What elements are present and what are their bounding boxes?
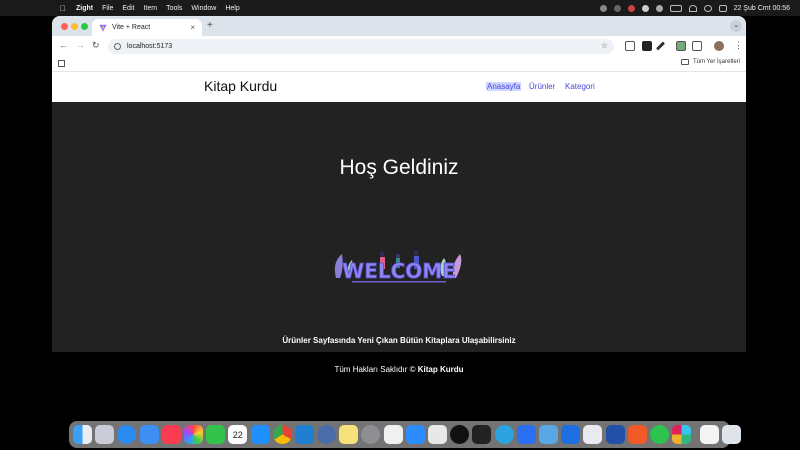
tab-search-icon[interactable]: ⌄ [730,20,742,32]
menu-app-name[interactable]: Zight [76,5,93,12]
address-bar[interactable]: localhost:5173 ☆ [108,39,614,54]
battery-icon[interactable] [669,4,682,12]
mongodb-icon[interactable] [428,425,447,444]
github-icon[interactable] [450,425,470,444]
tab-strip: Vite + React × + ⌄ [52,16,746,36]
menu-file[interactable]: File [102,5,113,12]
apple-menu-icon[interactable]:  [60,4,70,13]
hero-title: Hoş Geldiniz [339,156,459,179]
status-tray-icon-2[interactable] [613,4,621,12]
music-icon[interactable] [161,425,181,444]
status-tray-icon-5[interactable] [655,4,663,12]
browser-tab[interactable]: Vite + React × [92,19,202,36]
browser-toolbar: ← → ↻ localhost:5173 ☆ ⋮ [52,36,746,56]
forward-icon[interactable]: → [76,40,85,50]
welcome-art-text: WELCOME [342,259,456,283]
apps-grid-icon[interactable] [58,60,65,67]
control-center-icon[interactable] [718,4,727,12]
safari-icon[interactable] [117,425,137,444]
extension-pen-icon[interactable] [655,41,666,51]
new-tab-icon[interactable]: + [207,20,213,31]
menubar-clock[interactable]: 22 Şub Cmt 00:56 [734,5,790,12]
menu-edit[interactable]: Edit [122,5,134,12]
finder-icon[interactable] [73,425,92,444]
back-icon[interactable]: ← [59,40,68,50]
site-footer: Tüm Hakları Saklıdır © Kitap Kurdu [52,352,746,388]
zoom-window-button[interactable] [81,23,88,30]
site-brand[interactable]: Kitap Kurdu [204,78,277,94]
close-window-button[interactable] [61,23,68,30]
browser-window: Vite + React × + ⌄ ← → ↻ localhost:5173 … [52,16,746,388]
vite-icon [99,23,107,32]
all-bookmarks-label: Tüm Yer İşaretleri [692,59,740,65]
hero-section: Hoş Geldiniz WELCOME Ürünler Sayfasında … [52,102,746,352]
hero-subtitle: Ürünler Sayfasında Yeni Çıkan Bütün Kita… [282,336,516,345]
macos-dock: 22 [69,421,742,448]
terminal-icon[interactable] [472,425,492,444]
wifi-icon[interactable] [688,4,697,12]
status-tray-icon-4[interactable] [641,4,649,12]
menu-help[interactable]: Help [225,5,239,12]
status-tray-icon-1[interactable] [599,4,607,12]
facetime-icon[interactable] [206,425,226,444]
bookmark-star-icon[interactable]: ☆ [601,41,608,50]
chrome-icon[interactable] [272,425,292,444]
video-player-icon[interactable] [516,425,536,444]
reload-icon[interactable]: ↻ [92,40,100,51]
site-info-icon[interactable] [114,43,121,50]
extensions-puzzle-icon[interactable] [692,41,702,51]
all-bookmarks-folder[interactable]: Tüm Yer İşaretleri [680,59,740,65]
mail-icon[interactable] [139,425,159,444]
url-text: localhost:5173 [127,43,173,50]
profile-avatar[interactable] [714,41,724,51]
xcode-icon[interactable] [561,425,581,444]
whatsapp-icon[interactable] [649,425,669,444]
keynote-icon[interactable] [383,425,403,444]
menu-window[interactable]: Window [191,5,216,12]
nav-link-category[interactable]: Kategori [565,82,595,91]
app-store-icon[interactable] [250,425,270,444]
footer-copyright: Tüm Hakları Saklıdır © [334,365,416,374]
instruments-icon[interactable] [605,425,625,444]
site-header: Kitap Kurdu Anasayfa Ürünler Kategori [52,72,746,102]
screen-sharing-icon[interactable] [317,425,337,444]
zoom-icon[interactable] [405,425,425,444]
folder-icon [680,59,689,65]
extension-f-icon[interactable] [642,41,652,51]
footer-brand: Kitap Kurdu [417,365,464,374]
slack-icon[interactable] [672,425,692,444]
vscode-icon[interactable] [294,425,314,444]
bookmarks-bar: Tüm Yer İşaretleri [52,56,746,72]
font-book-icon[interactable] [583,425,603,444]
nav-link-products[interactable]: Ürünler [529,82,555,91]
nav-link-home[interactable]: Anasayfa [486,82,522,91]
minimize-window-button[interactable] [71,23,78,30]
trash-icon[interactable] [722,425,742,444]
status-tray-icon-3[interactable] [627,4,635,12]
extension-screen-icon[interactable] [676,41,686,51]
calendar-icon[interactable]: 22 [228,425,248,444]
system-settings-icon[interactable] [361,425,381,444]
web-page: Kitap Kurdu Anasayfa Ürünler Kategori Ho… [52,72,746,388]
telegram-icon[interactable] [494,425,514,444]
swift-icon[interactable] [627,425,647,444]
textedit-icon[interactable] [700,425,720,444]
photos-icon[interactable] [183,425,203,444]
launchpad-icon[interactable] [95,425,115,444]
close-tab-icon[interactable]: × [190,23,195,32]
menu-item[interactable]: Item [143,5,157,12]
tab-title: Vite + React [112,24,151,31]
search-icon[interactable] [703,4,712,12]
menu-tools[interactable]: Tools [166,5,182,12]
macos-menubar:  Zight File Edit Item Tools Window Help… [0,0,800,16]
welcome-illustration: WELCOME [334,250,462,283]
browser-menu-icon[interactable]: ⋮ [734,40,743,51]
notes-icon[interactable] [339,425,359,444]
extension-cast-icon[interactable] [625,41,635,51]
preview-icon[interactable] [538,425,558,444]
